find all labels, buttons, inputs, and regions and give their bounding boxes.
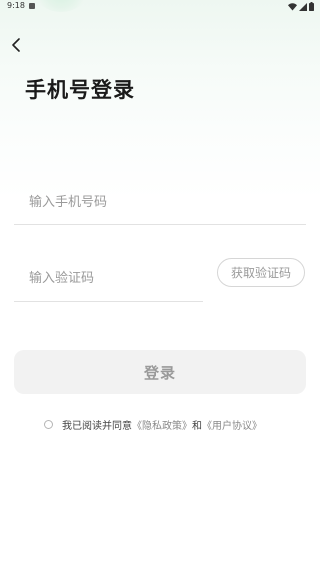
signal-icon (299, 2, 307, 11)
status-icons (288, 2, 314, 11)
back-button[interactable] (6, 34, 26, 56)
wifi-icon (288, 2, 297, 10)
page-title: 手机号登录 (25, 78, 135, 102)
agreement-conjunction: 和 (192, 420, 202, 432)
status-bar: 9:18 (0, 0, 320, 14)
phone-input[interactable] (14, 180, 306, 224)
user-agreement-link[interactable]: 《用户协议》 (202, 417, 262, 432)
phone-field (14, 180, 306, 225)
agreement-row: 我已阅读并同意 《隐私政策》 和 《用户协议》 (44, 417, 262, 432)
status-time: 9:18 (7, 1, 25, 10)
verification-code-input[interactable] (14, 255, 203, 301)
privacy-policy-link[interactable]: 《隐私政策》 (132, 417, 192, 432)
agreement-prefix: 我已阅读并同意 (62, 420, 132, 432)
login-button[interactable]: 登录 (14, 350, 306, 394)
chevron-left-icon (12, 38, 20, 52)
battery-icon (309, 2, 314, 11)
get-code-button[interactable]: 获取验证码 (217, 258, 305, 287)
agree-checkbox[interactable] (44, 419, 53, 429)
code-field (14, 255, 203, 302)
app-notification-icon (29, 3, 35, 9)
